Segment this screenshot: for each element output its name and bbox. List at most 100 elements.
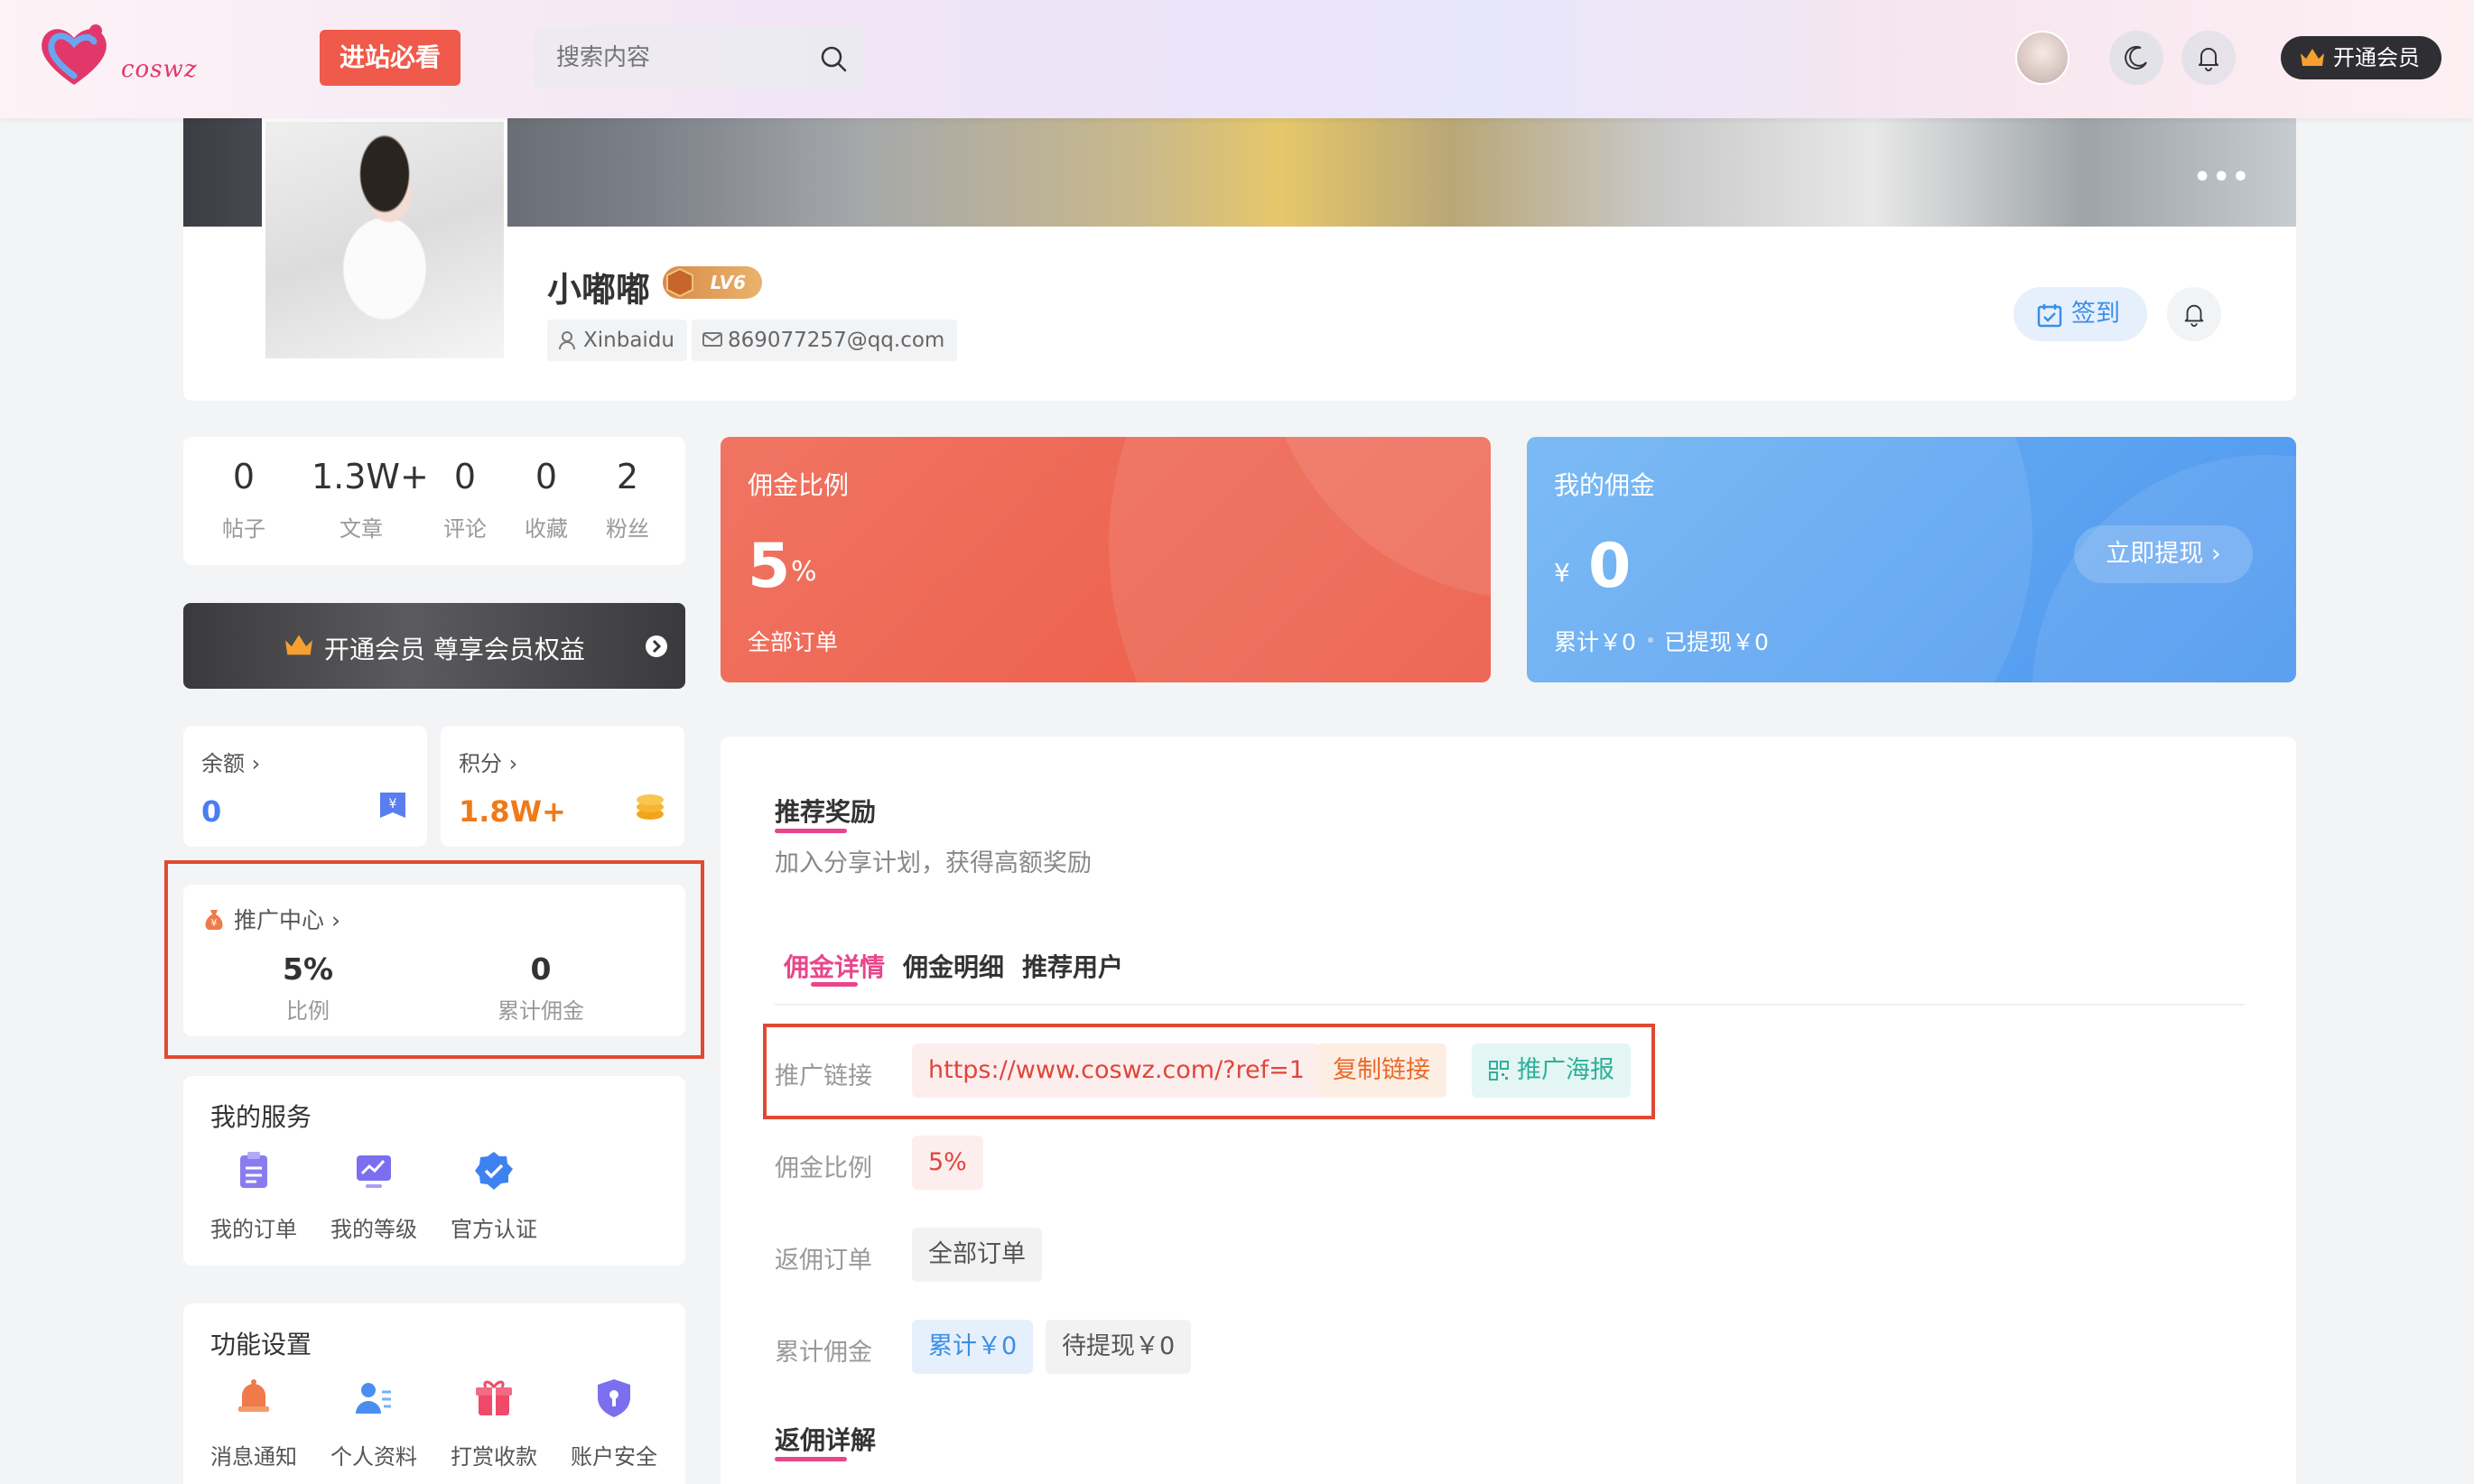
setting-label: 消息通知 [210, 1444, 297, 1470]
tab-referred-users[interactable]: 推荐用户 [1022, 948, 1123, 984]
commission-ratio-unit: % [791, 556, 817, 588]
wallet-yen-icon: ¥ [380, 793, 405, 818]
my-services-card: 我的服务 我的订单 我的等级 官方认证 [183, 1076, 685, 1266]
commission-ratio-value: 5 [748, 531, 791, 602]
open-vip-button[interactable]: 开通会员 [2281, 36, 2441, 79]
feature-settings-title: 功能设置 [210, 1330, 312, 1359]
stat-value: 0 [232, 457, 256, 496]
stat-label: 评论 [443, 516, 487, 542]
points-label: 积分 › [459, 751, 518, 776]
feature-settings-card: 功能设置 消息通知 个人资料 打赏收款 账户安全 [183, 1303, 685, 1484]
search-box[interactable] [535, 27, 863, 88]
setting-label: 账户安全 [571, 1444, 657, 1470]
stat-label: 收藏 [525, 516, 568, 542]
stat-label: 粉丝 [606, 516, 649, 542]
user-avatar[interactable] [2015, 31, 2069, 85]
crown-icon [2301, 49, 2324, 66]
commission-withdrawn: 已提现￥0 [1664, 629, 1769, 655]
alarm-bell-icon [238, 1379, 269, 1412]
total-commission-label: 累计佣金 [775, 1339, 872, 1367]
balance-card[interactable]: 余额 › 0 ¥ [183, 726, 427, 847]
commission-ratio-card: 佣金比例 5 % 全部订单 [721, 437, 1491, 682]
level-hexagon-icon [666, 268, 693, 297]
pending-withdraw-pill: 待提现￥0 [1046, 1320, 1192, 1374]
stat-fans[interactable]: 2 粉丝 [587, 457, 668, 543]
open-vip-label: 开通会员 [2333, 45, 2420, 70]
commission-ratio-pill: 5% [912, 1136, 983, 1190]
commission-ratio-sub: 全部订单 [748, 629, 839, 655]
setting-profile[interactable]: 个人资料 [320, 1377, 428, 1470]
search-input[interactable] [556, 27, 800, 88]
moon-icon [2125, 45, 2147, 70]
sign-in-label: 签到 [2071, 300, 2120, 328]
crown-icon [285, 635, 312, 655]
shield-icon [598, 1379, 630, 1417]
email-chip: 869077257@qq.com [692, 320, 958, 361]
setting-label: 打赏收款 [451, 1444, 537, 1470]
username-text: Xinbaidu [583, 329, 674, 352]
calendar-check-icon [2037, 304, 2062, 328]
highlight-box-promotion-center [164, 860, 704, 1059]
my-commission-title: 我的佣金 [1554, 470, 1656, 500]
stat-value: 2 [616, 457, 639, 496]
profile-bell-button[interactable] [2167, 287, 2221, 341]
section-description: 加入分享计划，获得高额奖励 [775, 849, 1092, 877]
my-commission-value: 0 [1588, 531, 1632, 602]
section-title: 推荐奖励 [775, 797, 877, 827]
dark-mode-toggle[interactable] [2109, 31, 2163, 85]
top-navbar: coswz 进站必看 开通会员 [0, 0, 2474, 118]
service-verification[interactable]: 官方认证 [440, 1150, 548, 1243]
tab-commission-details[interactable]: 佣金详情 [784, 948, 885, 984]
more-options-icon[interactable]: ••• [2193, 162, 2251, 193]
vip-banner[interactable]: 开通会员 尊享会员权益 [183, 603, 685, 689]
setting-account-security[interactable]: 账户安全 [560, 1377, 668, 1470]
stat-value: 0 [453, 457, 477, 496]
verified-badge-icon [475, 1152, 513, 1190]
balance-value: 0 [201, 794, 222, 829]
stats-card: 0 帖子 1.3W+ 文章 0 评论 0 收藏 2 粉丝 [183, 437, 685, 565]
stat-posts[interactable]: 0 帖子 [203, 457, 284, 543]
setting-notifications[interactable]: 消息通知 [200, 1377, 308, 1470]
section-title-underline [775, 829, 847, 833]
rebate-orders-label: 返佣订单 [775, 1247, 872, 1275]
sign-in-button[interactable]: 签到 [2014, 287, 2147, 341]
vip-banner-text: 开通会员 尊享会员权益 [324, 635, 585, 664]
email-text: 869077257@qq.com [728, 329, 945, 352]
service-label: 官方认证 [451, 1217, 537, 1242]
level-chart-icon [357, 1155, 391, 1188]
username-chip: Xinbaidu [547, 320, 687, 361]
logo-text: coswz [121, 56, 198, 83]
rebate-explanation-title: 返佣详解 [775, 1425, 877, 1455]
service-my-level[interactable]: 我的等级 [320, 1150, 428, 1243]
currency-symbol: ¥ [1554, 558, 1570, 588]
withdraw-now-button[interactable]: 立即提现 › [2074, 525, 2253, 583]
must-read-button[interactable]: 进站必看 [320, 30, 460, 86]
commission-ratio-label: 佣金比例 [775, 1155, 872, 1183]
setting-reward-payment[interactable]: 打赏收款 [440, 1377, 548, 1470]
search-icon[interactable] [820, 45, 847, 72]
bell-icon [2199, 48, 2218, 71]
commission-total: 累计￥0 [1554, 629, 1636, 655]
stat-label: 文章 [339, 516, 383, 542]
coins-icon [637, 794, 664, 820]
arrow-circle-right-icon [646, 635, 667, 657]
my-commission-card: 我的佣金 ¥ 0 累计￥0 已提现￥0 立即提现 › [1527, 437, 2296, 682]
stat-favorites[interactable]: 0 收藏 [506, 457, 587, 543]
stat-comments[interactable]: 0 评论 [424, 457, 506, 543]
svg-text:¥: ¥ [389, 797, 397, 812]
stat-articles[interactable]: 1.3W+ 文章 [312, 457, 429, 543]
notification-button[interactable] [2181, 31, 2236, 85]
separator-dot [1648, 637, 1653, 643]
tab-commission-records[interactable]: 佣金明细 [903, 948, 1004, 984]
tabs-divider [775, 1004, 2245, 1006]
stat-label: 帖子 [222, 516, 265, 542]
gift-icon [476, 1380, 512, 1415]
user-icon [559, 331, 575, 350]
commission-ratio-title: 佣金比例 [748, 470, 850, 500]
points-value: 1.8W+ [459, 794, 566, 829]
level-badge: LV6 [663, 266, 762, 299]
service-my-orders[interactable]: 我的订单 [200, 1150, 308, 1243]
points-card[interactable]: 积分 › 1.8W+ [441, 726, 684, 847]
rebate-explanation-underline [775, 1457, 847, 1461]
site-logo[interactable]: coswz [36, 22, 208, 94]
